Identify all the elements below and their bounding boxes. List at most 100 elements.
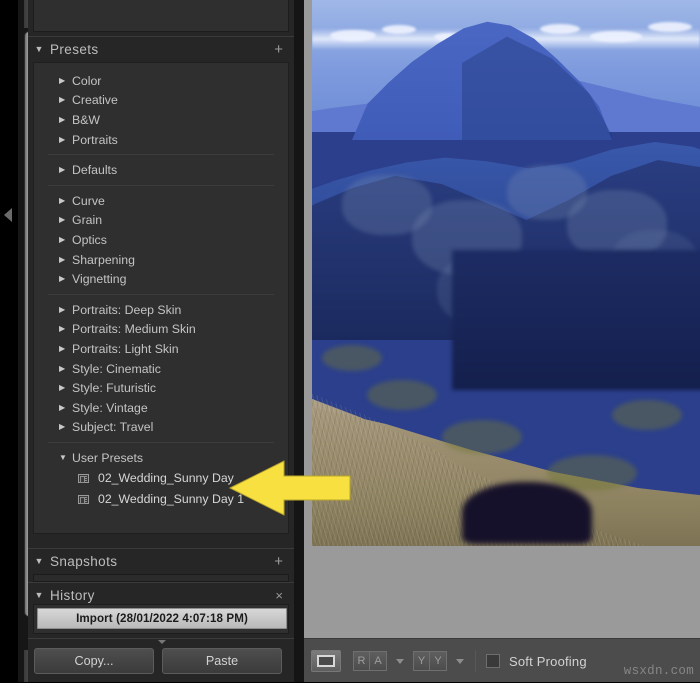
before-after-cell-a[interactable]: A (370, 651, 387, 671)
toolbar-divider (475, 650, 476, 672)
chevron-down-icon[interactable]: ▼ (59, 453, 72, 462)
preset-group-style-futuristic[interactable]: ▶ Style: Futuristic (34, 378, 288, 398)
soft-proofing-label[interactable]: Soft Proofing (509, 654, 587, 669)
chevron-right-icon[interactable]: ▶ (59, 115, 72, 124)
chevron-right-icon[interactable]: ▶ (59, 344, 72, 353)
chevron-right-icon[interactable]: ▶ (59, 384, 72, 392)
presets-twirl-icon[interactable]: ▼ (28, 45, 50, 54)
preset-group-grain[interactable]: ▶ Grain (34, 211, 288, 231)
preset-group-subject-travel[interactable]: ▶ Subject: Travel (34, 418, 288, 438)
left-panel: ▼ Presets + ▶ Color ▶ Creative ▶ B&W ▶ P… (28, 0, 294, 682)
preset-name: 02_Wedding_Sunny Day 1 (98, 492, 245, 507)
preset-group-optics[interactable]: ▶ Optics (34, 230, 288, 250)
before-after-cell-r[interactable]: R (353, 651, 370, 671)
preset-group-defaults-row[interactable]: ▶ Defaults (34, 160, 288, 180)
bottom-toolbar: R A Y Y Soft Proofing wsxdn.com (304, 638, 700, 682)
paste-button[interactable]: Paste (162, 648, 282, 674)
preset-group-sharpening[interactable]: ▶ Sharpening (34, 250, 288, 270)
preset-group-label: Style: Futuristic (72, 381, 157, 396)
preset-group-label: Portraits: Medium Skin (72, 322, 196, 337)
group-divider (48, 293, 274, 295)
history-list[interactable]: Import (28/01/2022 4:07:18 PM) (33, 604, 289, 634)
preset-group-label: Curve (72, 193, 105, 208)
preset-name: 02_Wedding_Sunny Day (98, 471, 234, 486)
add-snapshot-icon[interactable]: + (274, 554, 294, 569)
panel-action-bar: Copy... Paste (28, 638, 294, 682)
preset-group-portraits[interactable]: ▶ Portraits (34, 130, 288, 150)
user-presets-label: User Presets (72, 450, 144, 465)
snapshots-twirl-icon[interactable]: ▼ (28, 557, 50, 566)
panel-content-divider (294, 0, 304, 682)
snapshots-panel-header[interactable]: ▼ Snapshots + (28, 548, 294, 574)
preset-group-legacy: ▶ Curve ▶ Grain ▶ Optics ▶ Sharpening ▶ (34, 191, 288, 289)
presets-panel-header[interactable]: ▼ Presets + (28, 36, 294, 62)
chevron-right-icon[interactable]: ▶ (59, 196, 72, 205)
preset-group-label: Style: Cinematic (72, 361, 161, 376)
preset-group-style-vintage[interactable]: ▶ Style: Vintage (34, 398, 288, 418)
chevron-right-icon[interactable]: ▶ (59, 325, 72, 333)
preset-group-color[interactable]: ▶ Color (34, 71, 288, 91)
preset-group-defaults: ▶ Defaults (34, 160, 288, 180)
before-after-chevron-down-icon[interactable] (396, 658, 404, 664)
history-entry-selected[interactable]: Import (28/01/2022 4:07:18 PM) (37, 608, 287, 629)
collapse-left-panel-icon[interactable] (4, 208, 12, 222)
chevron-right-icon[interactable]: ▶ (59, 216, 72, 224)
clear-history-icon[interactable]: × (275, 589, 294, 602)
watermark: wsxdn.com (623, 664, 694, 678)
before-after-toggle[interactable]: R A (353, 651, 387, 671)
preset-group-label: Subject: Travel (72, 420, 154, 435)
snapshots-list[interactable] (33, 574, 289, 582)
preset-group-portraits-medium-skin[interactable]: ▶ Portraits: Medium Skin (34, 320, 288, 340)
chevron-right-icon[interactable]: ▶ (59, 403, 72, 412)
compare-chevron-down-icon[interactable] (456, 658, 464, 664)
preset-group-label: Portraits: Light Skin (72, 341, 179, 356)
preset-group-portraits-deep-skin[interactable]: ▶ Portraits: Deep Skin (34, 300, 288, 320)
canvas-background (312, 546, 700, 638)
panel-module-above-presets (33, 0, 289, 32)
chevron-right-icon[interactable]: ▶ (59, 96, 72, 104)
compare-cell-right[interactable]: Y (430, 651, 447, 671)
preset-group-label: Optics (72, 232, 107, 247)
grass-shadow (462, 482, 592, 544)
group-divider (48, 184, 274, 186)
chevron-right-icon[interactable]: ▶ (59, 166, 72, 174)
preset-item-icon (78, 473, 89, 483)
paste-button-label: Paste (205, 654, 239, 668)
loupe-view-icon[interactable] (311, 650, 341, 672)
preset-group-label: B&W (72, 112, 101, 127)
preset-group-style-cinematic[interactable]: ▶ Style: Cinematic (34, 359, 288, 379)
chevron-right-icon[interactable]: ▶ (59, 255, 72, 264)
soft-proofing-checkbox[interactable] (486, 654, 500, 668)
annotation-arrow-left-icon (228, 459, 352, 517)
preset-group-label: Defaults (72, 163, 118, 178)
preset-item-icon (78, 494, 89, 504)
preset-group-curve[interactable]: ▶ Curve (34, 191, 288, 211)
presets-panel-title: Presets (50, 42, 99, 57)
photo-preview[interactable] (312, 0, 700, 546)
chevron-right-icon[interactable]: ▶ (59, 423, 72, 431)
chevron-right-icon[interactable]: ▶ (59, 135, 72, 144)
preset-group-vignetting[interactable]: ▶ Vignetting (34, 269, 288, 289)
chevron-right-icon[interactable]: ▶ (59, 76, 72, 85)
chevron-right-icon[interactable]: ▶ (59, 364, 72, 373)
preset-group-portraits-light-skin[interactable]: ▶ Portraits: Light Skin (34, 339, 288, 359)
add-preset-icon[interactable]: + (274, 42, 294, 57)
history-twirl-icon[interactable]: ▼ (28, 591, 50, 600)
preset-group-label: Portraits: Deep Skin (72, 302, 182, 317)
copy-button-label: Copy... (74, 654, 114, 668)
chevron-right-icon[interactable]: ▶ (59, 305, 72, 314)
panel-resize-caret-icon[interactable] (158, 640, 166, 644)
group-divider (48, 154, 274, 156)
copy-button[interactable]: Copy... (34, 648, 154, 674)
preset-group-label: Style: Vintage (72, 400, 148, 415)
preset-group-creative[interactable]: ▶ Creative (34, 91, 288, 111)
compare-view-toggle[interactable]: Y Y (413, 651, 447, 671)
chevron-right-icon[interactable]: ▶ (59, 235, 72, 244)
group-divider (48, 442, 274, 444)
compare-cell-left[interactable]: Y (413, 651, 430, 671)
preset-group-label: Grain (72, 213, 103, 228)
preset-group-label: Creative (72, 93, 118, 108)
preset-group-premium: ▶ Portraits: Deep Skin ▶ Portraits: Medi… (34, 300, 288, 437)
preset-group-bw[interactable]: ▶ B&W (34, 110, 288, 130)
chevron-right-icon[interactable]: ▶ (59, 275, 72, 283)
